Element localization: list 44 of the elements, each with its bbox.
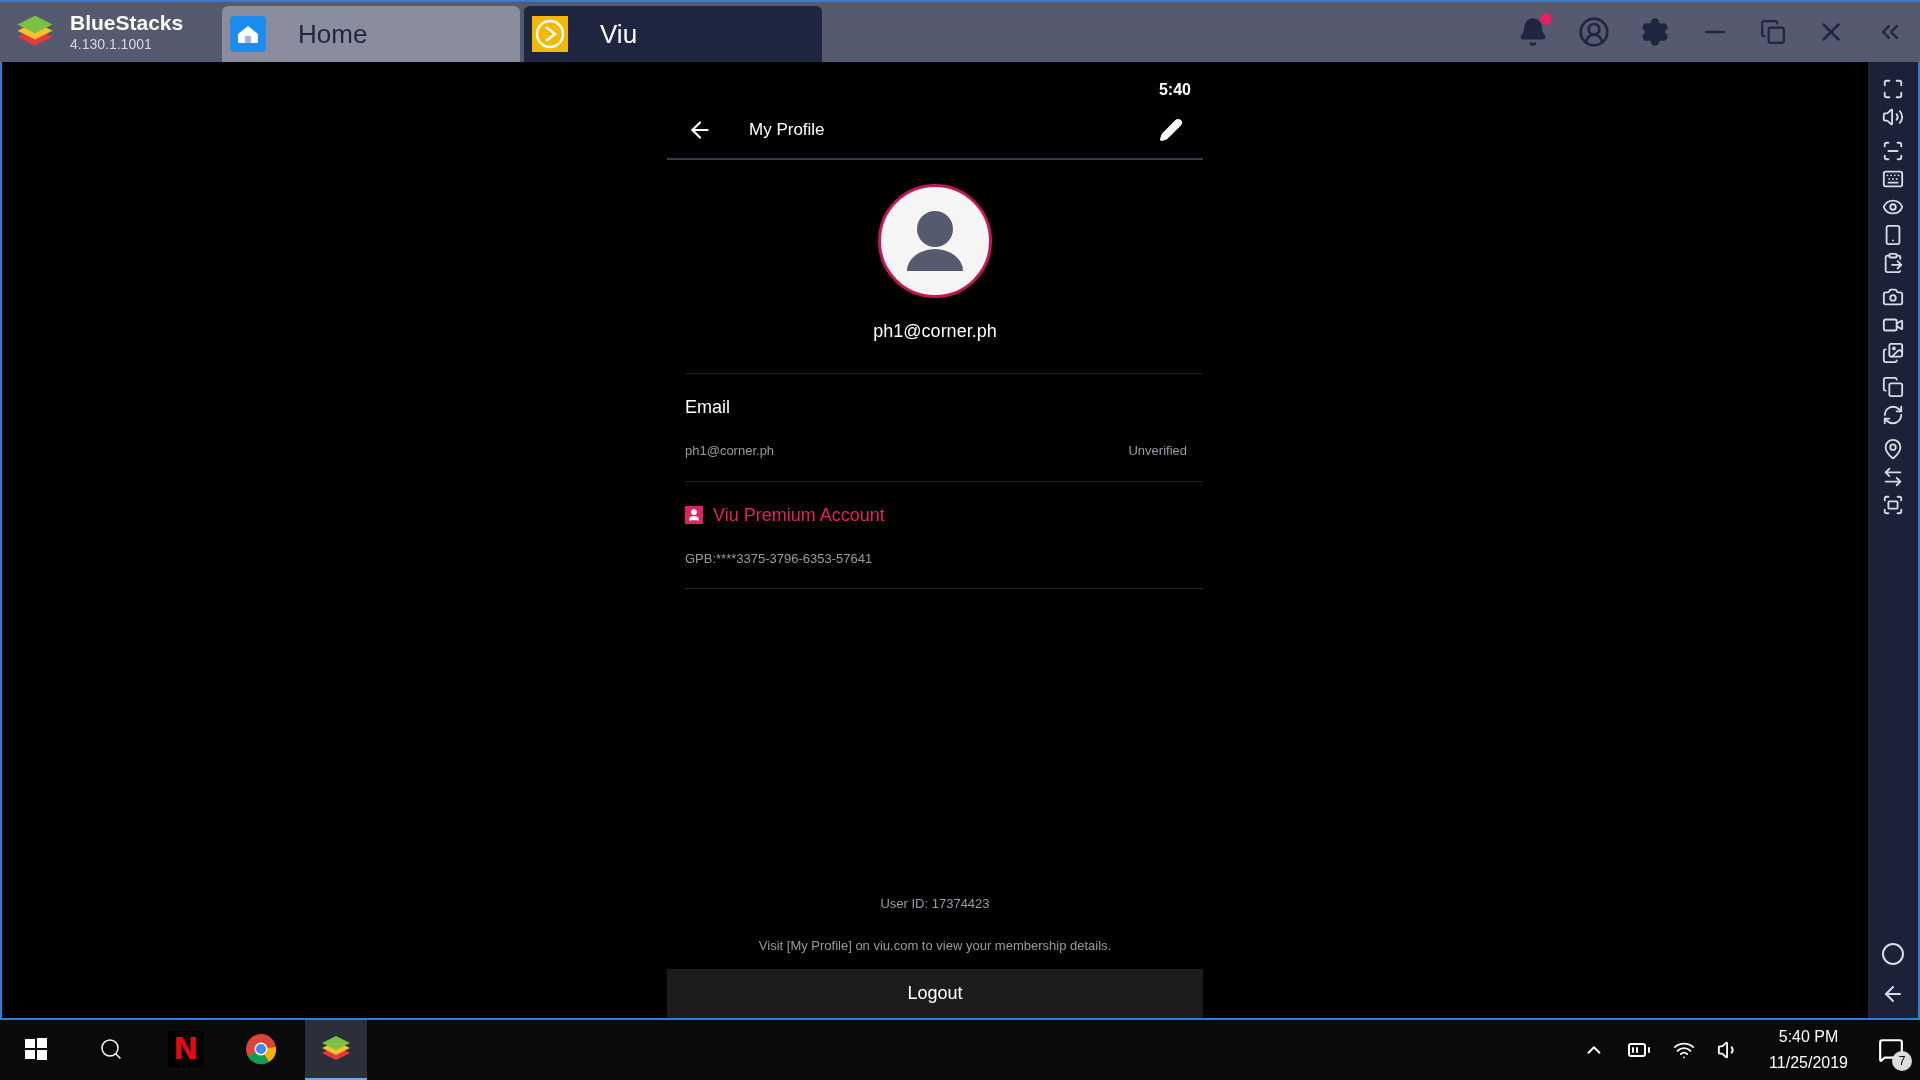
home-icon bbox=[230, 16, 266, 52]
notification-center-icon[interactable] bbox=[1878, 1037, 1904, 1063]
username: ph1@corner.ph bbox=[873, 320, 997, 343]
page-title: My Profile bbox=[749, 119, 826, 142]
email-value: ph1@corner.ph bbox=[685, 442, 775, 460]
premium-title: Viu Premium Account bbox=[713, 503, 885, 527]
account-icon bbox=[685, 506, 703, 524]
notification-count: 7 bbox=[1892, 1051, 1912, 1071]
resize-icon[interactable] bbox=[1882, 494, 1904, 516]
camera-icon[interactable] bbox=[1882, 286, 1904, 308]
fullscreen-icon[interactable] bbox=[1882, 78, 1904, 100]
taskbar-app[interactable] bbox=[305, 1020, 367, 1080]
tab[interactable]: Home bbox=[222, 6, 520, 62]
logout-button[interactable]: Logout bbox=[667, 969, 1203, 1018]
play-logo-icon bbox=[532, 16, 568, 52]
rotate-icon[interactable] bbox=[1882, 404, 1904, 426]
clock-date: 11/25/2019 bbox=[1769, 1053, 1848, 1073]
app-version: 4.130.1.1001 bbox=[70, 36, 153, 54]
taskbar-app[interactable]: N bbox=[155, 1020, 217, 1080]
email-heading: Email bbox=[685, 396, 731, 419]
clock-time: 5:40 PM bbox=[1778, 1027, 1839, 1047]
clock[interactable]: 5:40 PM 11/25/2019 bbox=[1761, 1024, 1856, 1076]
clipboard-icon[interactable] bbox=[1882, 252, 1904, 274]
tab[interactable]: Viu bbox=[524, 6, 822, 62]
edit-icon[interactable] bbox=[1159, 118, 1183, 142]
search-icon bbox=[99, 1037, 123, 1061]
app-name: BlueStacks bbox=[70, 10, 184, 37]
netflix-logo: N bbox=[168, 1031, 204, 1067]
email-status: Unverified bbox=[1128, 442, 1187, 460]
chrome-icon bbox=[245, 1033, 277, 1065]
status-time: 5:40 bbox=[1158, 80, 1191, 100]
keyboard-icon[interactable] bbox=[1882, 168, 1904, 190]
windows-icon bbox=[25, 1038, 47, 1060]
copy-icon[interactable] bbox=[1882, 376, 1904, 398]
home-button-icon[interactable] bbox=[1881, 942, 1905, 966]
membership-note: Visit [My Profile] on viu.com to view your membership details. bbox=[758, 936, 1112, 955]
user-id: User ID: 17374423 bbox=[880, 895, 990, 913]
subscription-code: GPB:****3375-3796-6353-57641 bbox=[685, 549, 874, 568]
scan-icon[interactable] bbox=[1882, 140, 1904, 162]
location-icon[interactable] bbox=[1882, 438, 1904, 460]
person-icon bbox=[907, 211, 963, 271]
volume-icon[interactable] bbox=[1882, 106, 1904, 128]
images-icon[interactable] bbox=[1882, 342, 1904, 364]
shake-icon[interactable] bbox=[1882, 466, 1904, 488]
